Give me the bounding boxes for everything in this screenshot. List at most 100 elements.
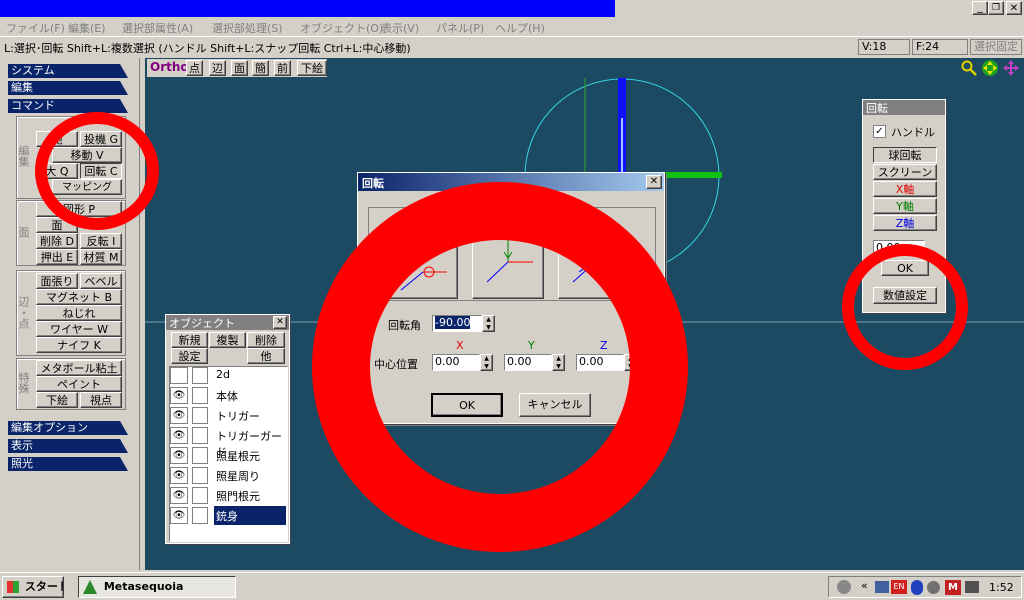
- command-material-button[interactable]: 材質 M: [80, 249, 122, 265]
- lock-toggle[interactable]: [192, 447, 208, 464]
- metasequoia-app-icon: [83, 580, 97, 594]
- rotate-view-icon[interactable]: [1002, 59, 1020, 77]
- tab-edge[interactable]: 辺: [209, 60, 226, 76]
- command-flip-button[interactable]: 反転 I: [80, 233, 122, 249]
- object-list-item[interactable]: 2d: [170, 366, 287, 385]
- object-list-item[interactable]: 👁 トリガーガード: [170, 426, 287, 459]
- minimize-button[interactable]: _: [972, 1, 988, 15]
- eye-icon[interactable]: 👁: [170, 447, 188, 464]
- taskbar-app-metasequoia[interactable]: Metasequoia: [78, 576, 236, 598]
- object-list-item-selected[interactable]: 👁 銃身: [170, 506, 287, 525]
- eye-icon[interactable]: 👁: [170, 467, 188, 484]
- ime-icon[interactable]: EN: [891, 580, 907, 594]
- eye-icon[interactable]: 👁: [170, 507, 188, 524]
- network-icon[interactable]: [875, 581, 889, 593]
- menu-selection-attr[interactable]: 選択部属性(A): [122, 20, 193, 36]
- handle-label: ハンドル: [891, 126, 935, 139]
- eye-icon[interactable]: 👁: [170, 407, 188, 424]
- category-system[interactable]: システム: [8, 64, 128, 78]
- menu-help[interactable]: ヘルプ(H): [495, 20, 545, 36]
- category-edit-options[interactable]: 編集オプション: [8, 421, 128, 435]
- y-axis-button[interactable]: Y軸: [873, 198, 937, 214]
- object-list-item[interactable]: 👁 照星根元: [170, 446, 287, 465]
- eye-icon[interactable]: 👁: [170, 487, 188, 504]
- eye-icon[interactable]: 👁: [170, 387, 188, 404]
- object-other-button[interactable]: 他: [247, 348, 285, 364]
- visibility-toggle[interactable]: [170, 367, 188, 384]
- command-extrude-button[interactable]: 押出 E: [36, 249, 78, 265]
- security-icon[interactable]: [927, 581, 940, 594]
- command-twist-button[interactable]: ねじれ: [36, 305, 122, 321]
- category-lighting[interactable]: 照光: [8, 457, 128, 471]
- menu-edit[interactable]: 編集(E): [68, 20, 106, 36]
- menu-file[interactable]: ファイル(F): [6, 20, 65, 36]
- tab-face[interactable]: 面: [231, 60, 248, 76]
- mail-icon[interactable]: M: [945, 580, 961, 595]
- command-wire-button[interactable]: ワイヤー W: [36, 321, 122, 337]
- object-duplicate-button[interactable]: 複製: [209, 332, 246, 348]
- annotation-circle-center: [312, 182, 688, 552]
- clock: 1:52: [989, 581, 1014, 594]
- selection-lock-toggle[interactable]: 選択固定: [970, 39, 1022, 55]
- bluetooth-icon[interactable]: [911, 580, 923, 595]
- object-list-item[interactable]: 👁 照星周り: [170, 466, 287, 485]
- lock-toggle[interactable]: [192, 487, 208, 504]
- object-settings-button[interactable]: 設定: [171, 348, 208, 364]
- status-bar: L:選択･回転 Shift+L:複数選択 (ハンドル Shift+L:スナップ回…: [0, 38, 1024, 56]
- category-display[interactable]: 表示: [8, 439, 128, 453]
- z-axis-button[interactable]: Z軸: [873, 215, 937, 231]
- screen-rotate-button[interactable]: スクリーン: [873, 164, 937, 180]
- group-edge-label: 辺・点: [17, 295, 30, 329]
- command-viewpoint-button[interactable]: 視点: [80, 392, 122, 408]
- command-paint-button[interactable]: ペイント: [36, 376, 122, 392]
- close-window-button[interactable]: ✕: [1006, 1, 1022, 15]
- zoom-icon[interactable]: [961, 60, 977, 76]
- object-delete-button[interactable]: 削除: [247, 332, 285, 348]
- menu-view[interactable]: 表示(V): [381, 20, 419, 36]
- object-panel-title: オブジェクト: [169, 317, 235, 330]
- object-list-item[interactable]: 👁 本体: [170, 386, 287, 405]
- command-knife-button[interactable]: ナイフ K: [36, 337, 122, 353]
- ortho-label[interactable]: Ortho: [150, 60, 189, 74]
- rotate-dialog-close-button[interactable]: ✕: [646, 175, 662, 189]
- command-underlay-button[interactable]: 下絵: [36, 392, 78, 408]
- group-edit-label: 編集: [17, 145, 30, 167]
- group-special-label: 特殊: [17, 372, 30, 394]
- object-new-button[interactable]: 新規: [171, 332, 208, 348]
- object-panel-close-button[interactable]: ✕: [273, 316, 287, 329]
- menu-object[interactable]: オブジェクト(O): [300, 20, 383, 36]
- category-command[interactable]: コマンド: [8, 99, 128, 113]
- tab-simple[interactable]: 簡: [252, 60, 269, 76]
- handle-checkbox[interactable]: ✓: [873, 125, 886, 138]
- tab-front[interactable]: 前: [274, 60, 291, 76]
- lock-toggle[interactable]: [192, 427, 208, 444]
- tab-underlay[interactable]: 下絵: [297, 60, 327, 76]
- lock-toggle[interactable]: [192, 507, 208, 524]
- object-list-item[interactable]: 👁 照門根元: [170, 486, 287, 505]
- object-list-item[interactable]: 👁 トリガー: [170, 406, 287, 425]
- lock-toggle[interactable]: [192, 467, 208, 484]
- tab-vertex[interactable]: 点: [186, 60, 203, 76]
- restore-button[interactable]: ❐: [988, 1, 1004, 15]
- eye-icon[interactable]: 👁: [170, 427, 188, 444]
- command-delete-button[interactable]: 削除 D: [36, 233, 78, 249]
- speaker-icon[interactable]: [837, 580, 851, 594]
- tray-expand-icon[interactable]: «: [861, 579, 868, 592]
- window-title-bar: _ ❐ ✕: [0, 0, 1024, 17]
- category-edit[interactable]: 編集: [8, 81, 128, 95]
- menu-selection-process[interactable]: 選択部処理(S): [212, 20, 283, 36]
- monitor-icon[interactable]: [965, 581, 979, 593]
- x-axis-button[interactable]: X軸: [873, 181, 937, 197]
- lock-toggle[interactable]: [192, 367, 208, 384]
- start-button[interactable]: スタート: [2, 576, 64, 598]
- command-bevel-button[interactable]: ベベル: [80, 273, 122, 289]
- rotate-panel-title: 回転: [866, 102, 888, 115]
- sphere-rotate-button[interactable]: 球回転: [873, 147, 937, 163]
- lock-toggle[interactable]: [192, 387, 208, 404]
- command-metaball-button[interactable]: メタボール粘土: [36, 360, 122, 376]
- pan-icon[interactable]: [981, 59, 999, 77]
- command-magnet-button[interactable]: マグネット B: [36, 289, 122, 305]
- command-face-fill-button[interactable]: 面張り: [36, 273, 78, 289]
- menu-panel[interactable]: パネル(P): [436, 20, 484, 36]
- lock-toggle[interactable]: [192, 407, 208, 424]
